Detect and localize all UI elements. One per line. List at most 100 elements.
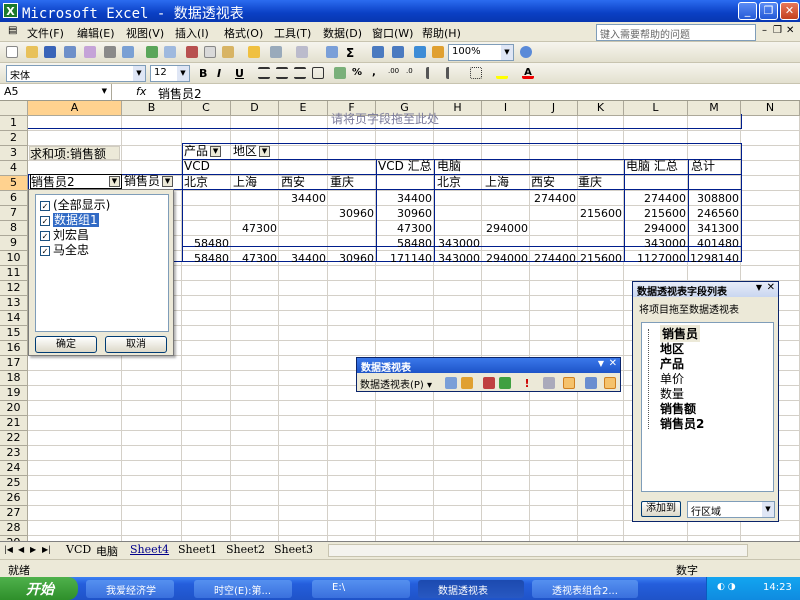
- checkbox-checked-icon[interactable]: ✓: [40, 200, 50, 211]
- cell[interactable]: [182, 206, 231, 221]
- cell[interactable]: [578, 476, 624, 491]
- cell[interactable]: [279, 506, 328, 521]
- cell[interactable]: [231, 521, 279, 536]
- cell[interactable]: [182, 491, 231, 506]
- pivot-value[interactable]: 343000: [434, 251, 480, 266]
- sheet-tab[interactable]: Sheet3: [274, 543, 313, 556]
- cell[interactable]: [376, 506, 434, 521]
- cell[interactable]: [231, 281, 279, 296]
- cell[interactable]: [578, 191, 624, 206]
- currency-icon[interactable]: [334, 67, 346, 79]
- cell[interactable]: [279, 416, 328, 431]
- cell[interactable]: [578, 446, 624, 461]
- cell[interactable]: [328, 476, 376, 491]
- show-detail-icon[interactable]: [499, 377, 511, 389]
- close-icon[interactable]: ✕: [767, 282, 775, 293]
- cell[interactable]: [741, 521, 800, 536]
- cell[interactable]: [279, 296, 328, 311]
- cell[interactable]: [530, 521, 578, 536]
- sheet-tab-active[interactable]: Sheet4: [130, 543, 169, 556]
- cell[interactable]: [328, 266, 376, 281]
- cell[interactable]: [530, 446, 578, 461]
- row-header[interactable]: 19: [0, 386, 28, 401]
- cell[interactable]: [182, 356, 231, 371]
- font-size-select[interactable]: 12 ▼: [150, 65, 190, 82]
- cell[interactable]: [482, 461, 530, 476]
- cell[interactable]: [182, 446, 231, 461]
- cell[interactable]: [182, 431, 231, 446]
- cell[interactable]: [741, 236, 800, 251]
- pivot-value[interactable]: 30960: [328, 251, 374, 266]
- cell[interactable]: [231, 416, 279, 431]
- cell[interactable]: [376, 416, 434, 431]
- cell[interactable]: [122, 431, 182, 446]
- pivot-value[interactable]: 274400: [530, 251, 576, 266]
- first-sheet-icon[interactable]: |◀: [4, 545, 13, 554]
- row-header[interactable]: 17: [0, 356, 28, 371]
- pivot-value[interactable]: 343000: [434, 236, 480, 251]
- cell[interactable]: [530, 461, 578, 476]
- cell[interactable]: [482, 266, 530, 281]
- cancel-button[interactable]: 取消: [105, 336, 167, 353]
- cell[interactable]: [530, 266, 578, 281]
- redo-icon[interactable]: [296, 46, 308, 58]
- add-to-button[interactable]: 添加到: [641, 501, 681, 517]
- fill-color-icon[interactable]: [496, 67, 508, 79]
- cell[interactable]: [530, 341, 578, 356]
- cell[interactable]: [182, 461, 231, 476]
- paste-icon[interactable]: [222, 46, 234, 58]
- field-settings-icon[interactable]: [585, 377, 597, 389]
- cell[interactable]: [231, 296, 279, 311]
- merge-center-icon[interactable]: [312, 67, 324, 79]
- horizontal-scrollbar[interactable]: [328, 544, 748, 557]
- italic-button[interactable]: I: [217, 67, 229, 80]
- cell[interactable]: [741, 266, 800, 281]
- cell[interactable]: [376, 521, 434, 536]
- cell[interactable]: [434, 326, 482, 341]
- cell[interactable]: [279, 371, 328, 386]
- pivot-toolbar-title[interactable]: 数据透视表 ▼ ✕: [357, 358, 620, 374]
- cell[interactable]: [122, 146, 182, 161]
- cell[interactable]: [578, 461, 624, 476]
- pivot-value[interactable]: 1127000: [624, 251, 686, 266]
- cell[interactable]: [328, 416, 376, 431]
- cell[interactable]: [28, 491, 122, 506]
- minimize-button[interactable]: _: [738, 2, 757, 20]
- new-icon[interactable]: [6, 46, 18, 58]
- cell[interactable]: [530, 296, 578, 311]
- cell[interactable]: [482, 206, 530, 221]
- cell[interactable]: [741, 116, 800, 131]
- cell[interactable]: [28, 371, 122, 386]
- pivot-value[interactable]: 274400: [530, 191, 576, 206]
- sheet-tab[interactable]: Sheet2: [226, 543, 265, 556]
- cell[interactable]: [578, 416, 624, 431]
- cell[interactable]: [122, 476, 182, 491]
- cell[interactable]: [482, 491, 530, 506]
- cell[interactable]: [741, 221, 800, 236]
- cell[interactable]: [530, 206, 578, 221]
- pivot-value[interactable]: 47300: [231, 251, 277, 266]
- font-color-icon[interactable]: A: [522, 67, 534, 79]
- menu-data[interactable]: 数据(D): [323, 25, 362, 41]
- cell[interactable]: [530, 431, 578, 446]
- filter-item-group1[interactable]: ✓ 数据组1: [40, 213, 99, 227]
- format-painter-icon[interactable]: [248, 46, 260, 58]
- cell[interactable]: [328, 461, 376, 476]
- cell[interactable]: [279, 431, 328, 446]
- cell[interactable]: [376, 296, 434, 311]
- cell[interactable]: [434, 476, 482, 491]
- cell[interactable]: [231, 206, 279, 221]
- sheet-tab[interactable]: VCD: [66, 543, 91, 556]
- row-header[interactable]: 16: [0, 341, 28, 356]
- cell[interactable]: [279, 521, 328, 536]
- cell[interactable]: [279, 476, 328, 491]
- checkbox-checked-icon[interactable]: ✓: [40, 230, 50, 241]
- start-button[interactable]: 开始: [0, 577, 78, 600]
- chevron-down-icon[interactable]: ▼: [162, 176, 174, 187]
- cell[interactable]: [434, 341, 482, 356]
- cell[interactable]: [231, 341, 279, 356]
- cell[interactable]: [482, 341, 530, 356]
- cell[interactable]: [122, 386, 182, 401]
- help-icon[interactable]: [520, 46, 532, 58]
- cell[interactable]: [182, 266, 231, 281]
